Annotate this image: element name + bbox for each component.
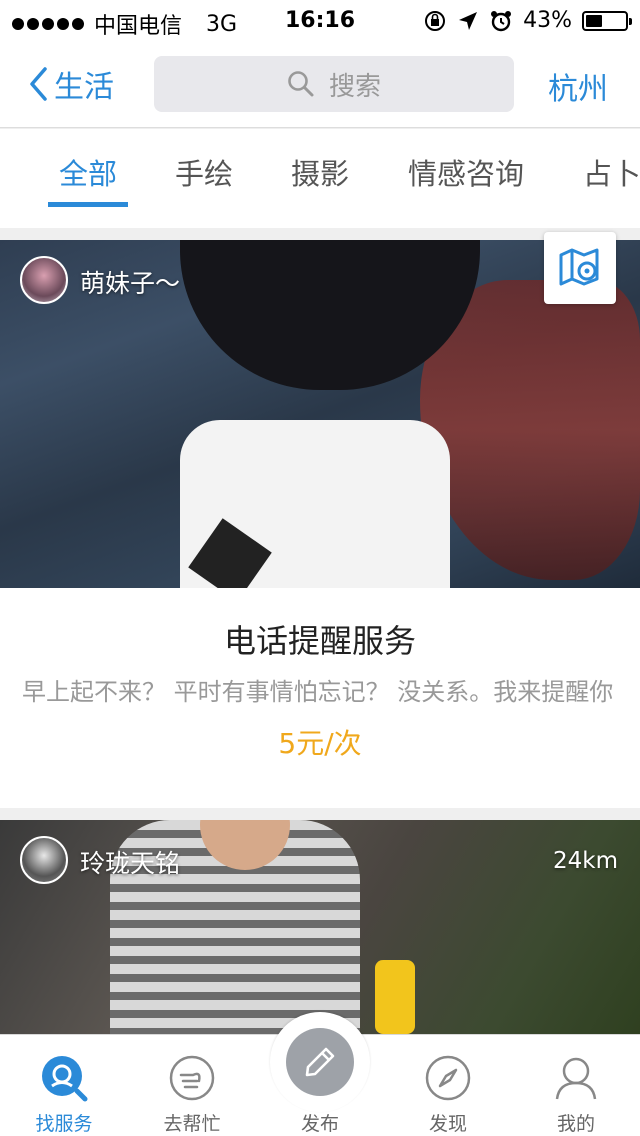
service-price: 5元/次 <box>278 727 362 760</box>
tab-discover[interactable]: 发现 <box>384 1035 512 1136</box>
status-right: 43% <box>423 8 632 33</box>
active-tab-indicator <box>48 202 128 207</box>
battery-percent: 43% <box>523 8 572 33</box>
pencil-icon <box>305 1047 335 1077</box>
nav-bar: 生活 搜索 杭州 <box>0 40 640 128</box>
service-description: 早上起不来？ 平时有事情怕忘记？ 没关系。我来提醒你 <box>22 678 614 706</box>
tab-drawing[interactable]: 手绘 <box>175 151 233 193</box>
tab-emotional-counseling[interactable]: 情感咨询 <box>408 151 524 193</box>
tab-label: 发现 <box>428 1113 467 1135</box>
tab-help[interactable]: 去帮忙 <box>128 1035 256 1136</box>
search-placeholder: 搜索 <box>328 71 381 102</box>
chevron-left-icon <box>30 67 47 101</box>
back-label: 生活 <box>54 70 114 105</box>
tab-label: 找服务 <box>35 1113 93 1135</box>
battery-fill <box>586 14 603 27</box>
avatar[interactable] <box>20 836 68 884</box>
publish-button[interactable] <box>286 1028 354 1096</box>
tab-label: 我的 <box>556 1113 595 1135</box>
status-bar: 中国电信 3G 16:16 43% <box>0 0 640 40</box>
tab-photography[interactable]: 摄影 <box>291 151 349 193</box>
help-hand-icon <box>169 1055 215 1101</box>
tab-divination[interactable]: 占卜 <box>583 151 640 193</box>
tab-label: 发布 <box>300 1113 339 1135</box>
location-arrow-icon <box>459 11 478 30</box>
service-title: 电话提醒服务 <box>223 622 416 660</box>
person-icon <box>555 1057 597 1100</box>
category-tabs: 全部 手绘 摄影 情感咨询 占卜 <box>0 129 640 228</box>
tab-mine[interactable]: 我的 <box>512 1035 640 1136</box>
service-card[interactable]: 萌妹子～ 电话提醒服务 早上起不来？ 平时有事情怕忘记？ 没关系。我来提醒你 5… <box>0 232 640 808</box>
distance-label: 24km <box>553 848 618 874</box>
back-button[interactable]: 生活 <box>28 62 114 106</box>
find-service-icon <box>42 1056 88 1102</box>
tab-all[interactable]: 全部 <box>59 151 117 193</box>
search-input[interactable]: 搜索 <box>154 56 514 112</box>
compass-icon <box>425 1055 471 1101</box>
map-location-button[interactable] <box>544 232 616 304</box>
user-name[interactable]: 萌妹子～ <box>80 264 180 300</box>
user-name[interactable]: 玲珑天铭 <box>80 844 180 880</box>
tab-label: 去帮忙 <box>163 1113 221 1135</box>
alarm-icon <box>491 10 512 31</box>
city-selector[interactable]: 杭州 <box>548 64 608 108</box>
avatar[interactable] <box>20 256 68 304</box>
map-pin-icon <box>559 248 599 286</box>
rotation-lock-icon <box>425 10 446 31</box>
search-icon <box>288 71 314 97</box>
battery-icon <box>582 10 632 31</box>
service-card[interactable]: 玲珑天铭 24km <box>0 820 640 1034</box>
tab-find-service[interactable]: 找服务 <box>0 1035 128 1136</box>
